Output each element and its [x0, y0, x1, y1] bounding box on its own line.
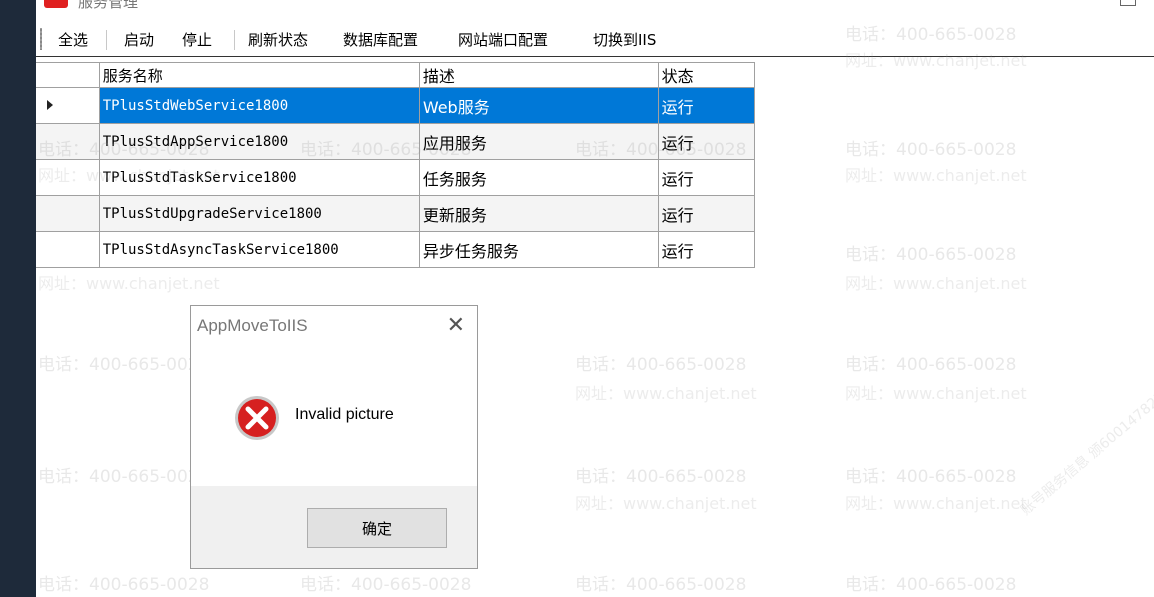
service-name-cell[interactable]: TPlusStdAppService1800 [98, 123, 420, 160]
row-header[interactable] [36, 159, 100, 196]
service-status-cell[interactable]: 运行 [657, 195, 756, 232]
toolbar-separator [234, 30, 235, 50]
maximize-button[interactable] [1120, 0, 1136, 6]
error-dialog: AppMoveToIIS ✕ Invalid picture 确定 [190, 305, 478, 569]
service-description-cell[interactable]: 应用服务 [418, 123, 659, 160]
refresh-status-button[interactable]: 刷新状态 [248, 29, 308, 50]
dialog-message: Invalid picture [295, 406, 394, 423]
service-description-cell[interactable]: 异步任务服务 [418, 231, 659, 268]
table-row[interactable]: TPlusStdAsyncTaskService1800 异步任务服务 运行 [36, 231, 756, 268]
table-row[interactable]: TPlusStdWebService1800 Web服务 运行 [36, 87, 756, 124]
grid-header-row: 服务名称 描述 状态 [36, 62, 756, 88]
table-row[interactable]: TPlusStdTaskService1800 任务服务 运行 [36, 159, 756, 196]
ok-button[interactable]: 确定 [307, 508, 447, 548]
switch-to-iis-button[interactable]: 切换到IIS [593, 29, 656, 50]
row-header[interactable] [36, 195, 100, 232]
select-all-button[interactable]: 全选 [58, 29, 88, 50]
toolbar-grip[interactable] [40, 28, 42, 50]
service-status-cell[interactable]: 运行 [657, 123, 756, 160]
current-row-arrow-icon [47, 99, 53, 110]
row-header[interactable] [36, 87, 100, 124]
service-description-cell[interactable]: 任务服务 [418, 159, 659, 196]
close-icon[interactable]: ✕ [447, 313, 465, 338]
service-description-cell[interactable]: Web服务 [418, 87, 659, 124]
row-header[interactable] [36, 123, 100, 160]
window-title: 服务管理 [78, 0, 139, 11]
row-header-corner [36, 62, 100, 88]
services-grid: 服务名称 描述 状态 TPlusStdWebService1800 Web服务 … [36, 62, 756, 268]
column-header-status[interactable]: 状态 [657, 62, 756, 88]
row-header[interactable] [36, 231, 100, 268]
titlebar: 服务管理 [36, 0, 1154, 22]
dialog-footer: 确定 [191, 486, 477, 568]
service-status-cell[interactable]: 运行 [657, 87, 756, 124]
column-header-description[interactable]: 描述 [418, 62, 659, 88]
table-row[interactable]: TPlusStdUpgradeService1800 更新服务 运行 [36, 195, 756, 232]
port-config-button[interactable]: 网站端口配置 [458, 29, 548, 50]
service-name-cell[interactable]: TPlusStdAsyncTaskService1800 [98, 231, 420, 268]
table-row[interactable]: TPlusStdAppService1800 应用服务 运行 [36, 123, 756, 160]
service-name-cell[interactable]: TPlusStdWebService1800 [98, 87, 420, 124]
service-description-cell[interactable]: 更新服务 [418, 195, 659, 232]
service-status-cell[interactable]: 运行 [657, 159, 756, 196]
error-icon [235, 396, 279, 440]
database-config-button[interactable]: 数据库配置 [343, 29, 418, 50]
app-logo-icon [44, 0, 68, 8]
service-name-cell[interactable]: TPlusStdUpgradeService1800 [98, 195, 420, 232]
service-status-cell[interactable]: 运行 [657, 231, 756, 268]
column-header-name[interactable]: 服务名称 [98, 62, 420, 88]
start-button[interactable]: 启动 [124, 29, 154, 50]
toolbar: 全选 启动 停止 刷新状态 数据库配置 网站端口配置 切换到IIS [36, 22, 1154, 57]
stop-button[interactable]: 停止 [182, 29, 212, 50]
service-name-cell[interactable]: TPlusStdTaskService1800 [98, 159, 420, 196]
toolbar-separator [106, 30, 107, 50]
dialog-title: AppMoveToIIS [197, 316, 308, 335]
